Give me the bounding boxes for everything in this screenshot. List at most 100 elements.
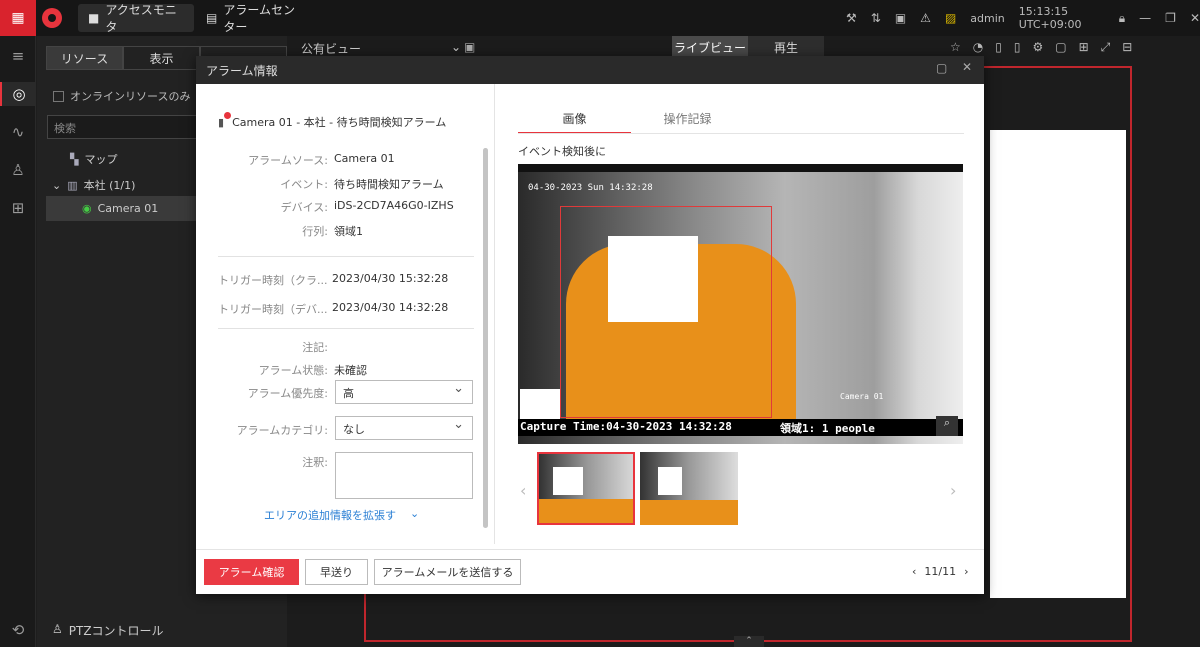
app-logo (42, 8, 62, 28)
dialog-header: アラーム情報 (196, 56, 984, 84)
osd-people-count: 領域1: 1 people (780, 422, 875, 435)
event-value: 待ち時間検知アラーム (334, 178, 444, 191)
tree-item-map[interactable]: ▚ マップ (70, 151, 117, 167)
pulse-icon[interactable]: ∿ (6, 120, 30, 144)
export-icon[interactable]: ▯ (1014, 40, 1021, 55)
tree-item-hq[interactable]: ⌄ ▥ 本社 (1/1) (52, 177, 135, 193)
image-icon[interactable]: ▨ (945, 11, 956, 25)
prev-page-icon[interactable]: ‹ (912, 565, 916, 578)
view-tools: ☆ ◔ ▯ ▯ ⚙ ▢ ⊞ ⤢ ⊟ (950, 40, 1132, 55)
comment-textarea[interactable] (335, 452, 473, 499)
camera-online-icon: ◉ (82, 202, 92, 215)
dialog-title: アラーム情報 (206, 64, 278, 78)
expand-area-link[interactable]: エリアの追加情報を拡張す ⌄ (264, 507, 419, 523)
alarm-info-dialog: アラーム情報 ▢ ✕ ▮ Camera 01 - 本社 - 待ち時間検知アラーム… (196, 56, 984, 594)
checkbox[interactable] (53, 90, 64, 102)
tab-view[interactable]: 表示 (123, 46, 200, 70)
tab-image[interactable]: 画像 (518, 110, 631, 134)
event-label: イベント: (280, 178, 328, 191)
camera-icon: ■ (88, 11, 100, 25)
next-page-icon[interactable]: › (964, 565, 968, 578)
layout-icon[interactable]: ⊞ (1079, 40, 1089, 55)
scrollbar-thumb[interactable] (483, 148, 488, 528)
transfer-icon[interactable]: ⇅ (871, 11, 881, 25)
minimize-icon[interactable]: — (1139, 11, 1151, 25)
maximize-icon[interactable]: ▢ (936, 61, 947, 75)
collapse-up-icon[interactable]: ⌃ (734, 636, 764, 647)
save-icon[interactable]: ▣ (464, 40, 475, 54)
osd-timestamp: 04-30-2023 Sun 14:32:28 (528, 183, 653, 193)
expand-icon[interactable]: ⟲ (6, 618, 30, 642)
footer-divider (196, 549, 984, 550)
note-label: 注記: (302, 341, 328, 354)
device-value: iDS-2CD7A46G0-IZHS (334, 199, 454, 212)
trigger-device-value: 2023/04/30 14:32:28 (332, 301, 449, 314)
category-label: アラームカテゴリ: (236, 424, 328, 437)
doc-icon[interactable]: ▯ (995, 40, 1002, 55)
tab-operation-log[interactable]: 操作記録 (631, 110, 744, 134)
next-thumb-icon[interactable]: › (950, 481, 956, 500)
status-value: 未確認 (334, 364, 367, 377)
ptz-control[interactable]: ♙ PTZコントロール (52, 622, 164, 639)
system-toolbar: ⚒ ⇅ ▣ ⚠ ▨ admin 15:13:15 UTC+09:00 🔒︎ — … (846, 0, 1200, 36)
tab-underline (518, 133, 964, 134)
globe-icon[interactable]: ◎ (0, 82, 36, 106)
menu-icon[interactable]: ≡ (6, 44, 30, 68)
tab-live-view[interactable]: ライブビュー (672, 36, 748, 58)
tab-playback[interactable]: 再生 (748, 36, 824, 58)
thumbnail-1[interactable] (537, 452, 635, 525)
forward-button[interactable]: 早送り (305, 559, 368, 585)
window-icon[interactable]: ▢ (1055, 40, 1066, 55)
left-rail: ≡ ◎ ∿ ♙ ⊞ ⟲ (0, 36, 36, 647)
divider (218, 256, 474, 257)
public-view-dropdown[interactable]: 公有ビュー ⌄ (301, 40, 461, 57)
face-mask (608, 236, 698, 322)
person-icon[interactable]: ♙ (6, 158, 30, 182)
monitor-icon[interactable]: ▣ (895, 11, 906, 25)
alarm-icon[interactable]: ⚠ (920, 11, 931, 25)
category-select[interactable]: なし (335, 416, 473, 440)
online-only-toggle[interactable]: オンラインリソースのみ (53, 88, 190, 104)
divider (218, 328, 474, 329)
speed-icon[interactable]: ◔ (973, 40, 983, 55)
ptz-icon: ♙ (52, 622, 63, 636)
status-label: アラーム状態: (258, 364, 328, 377)
chevron-down-icon[interactable]: ⌄ (52, 179, 61, 192)
trigger-client-value: 2023/04/30 15:32:28 (332, 272, 449, 285)
row-label: 行列: (302, 225, 328, 238)
tab-alarm-center[interactable]: ▤ アラームセンター (196, 3, 306, 34)
confirm-alarm-button[interactable]: アラーム確認 (204, 559, 299, 585)
chevron-down-icon: ⌄ (451, 40, 462, 54)
zoom-icon[interactable]: ⌕ (936, 416, 958, 436)
close-icon[interactable]: ✕ (1190, 11, 1200, 25)
star-icon[interactable]: ☆ (950, 40, 961, 55)
grid-icon[interactable]: ⊞ (6, 196, 30, 220)
settings-icon[interactable]: ⚙ (1032, 40, 1043, 55)
scrollbar-track[interactable] (483, 148, 488, 528)
send-alarm-mail-button[interactable]: アラームメールを送信する (374, 559, 521, 585)
tab-access-monitor[interactable]: ■ アクセスモニタ (78, 3, 194, 34)
alarm-title: ▮ Camera 01 - 本社 - 待ち時間検知アラーム (218, 111, 446, 130)
split-icon[interactable]: ⊟ (1122, 40, 1132, 55)
alarm-snapshot: 04-30-2023 Sun 14:32:28 Camera 01 Captur… (518, 164, 963, 444)
thumbnail-2[interactable] (640, 452, 738, 525)
restore-icon[interactable]: ❐ (1165, 11, 1176, 25)
wrench-icon[interactable]: ⚒ (846, 11, 857, 25)
privacy-mask (520, 389, 560, 421)
source-value: Camera 01 (334, 152, 395, 165)
priority-select[interactable]: 高 (335, 380, 473, 404)
trigger-client-label: トリガー時刻（クラ... (218, 274, 328, 287)
trigger-device-label: トリガー時刻（デバ... (218, 303, 328, 316)
image-caption: イベント検知後に (518, 145, 606, 158)
live-view-white-box (990, 130, 1126, 598)
fullscreen-icon[interactable]: ⤢ (1101, 40, 1111, 55)
prev-thumb-icon[interactable]: ‹ (520, 481, 526, 500)
osd-capture-time: Capture Time:04-30-2023 14:32:28 (520, 420, 732, 433)
app-grid-icon[interactable]: ▦ (0, 0, 36, 36)
close-icon[interactable]: ✕ (962, 60, 972, 74)
column-divider (494, 84, 495, 544)
tree-item-camera[interactable]: ◉ Camera 01 (46, 196, 196, 221)
tab-resource[interactable]: リソース (46, 46, 123, 70)
lock-icon[interactable]: 🔒︎ (1119, 11, 1125, 26)
double-chevron-down-icon: ⌄ (410, 507, 420, 520)
